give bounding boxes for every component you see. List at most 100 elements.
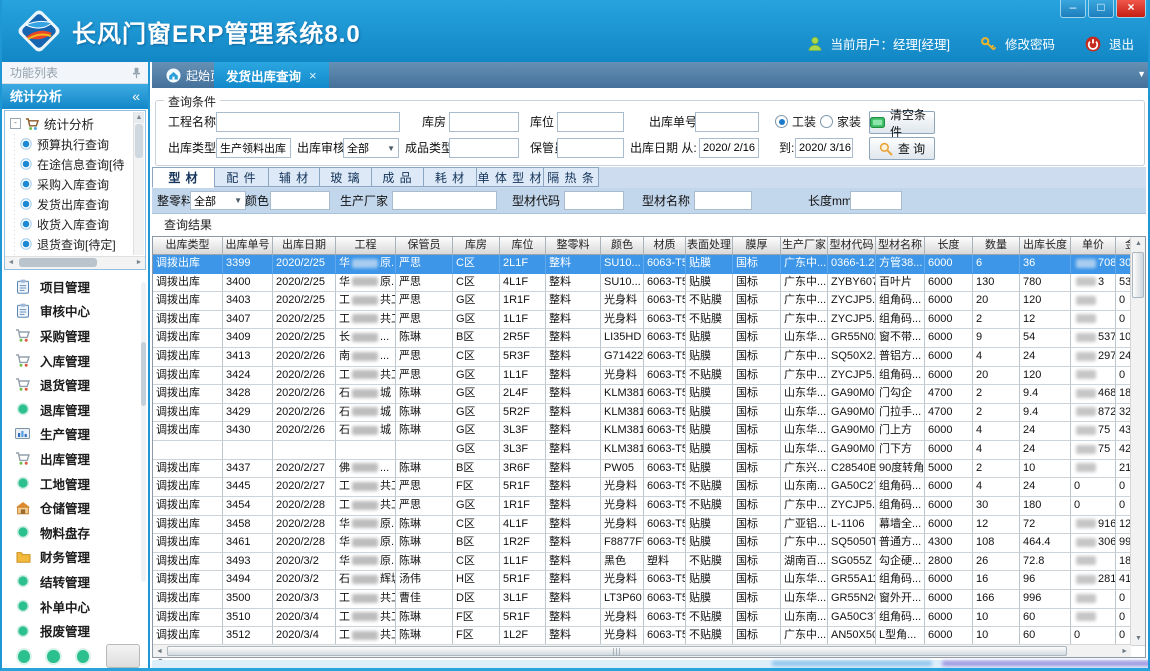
tree-horizontal-scrollbar[interactable]: ◄ ► xyxy=(5,256,145,269)
sidebar-item-财务管理[interactable]: 财务管理 xyxy=(2,545,142,570)
material-tab[interactable]: 配 件 xyxy=(215,167,269,187)
material-tab[interactable]: 耗 材 xyxy=(424,167,477,187)
table-row[interactable]: 调拨出库34942020/3/2石辉城汤伟H区5R1F整料光身料6063-T5贴… xyxy=(153,571,1131,590)
audit-select[interactable]: 全部▼ xyxy=(343,138,399,158)
clear-conditions-button[interactable]: 清空条件 xyxy=(869,111,935,134)
sidebar-item-项目管理[interactable]: 项目管理 xyxy=(2,274,142,299)
maximize-button[interactable]: □ xyxy=(1088,0,1114,18)
tab-close-icon[interactable]: × xyxy=(309,68,317,83)
sidebar-item-报废管理[interactable]: 报废管理 xyxy=(2,618,142,643)
table-row[interactable]: 调拨出库34452020/2/27工共工程严思F区5R1F整料光身料6063-T… xyxy=(153,478,1131,497)
sidebar-item-采购管理[interactable]: 采购管理 xyxy=(2,323,142,348)
material-tab[interactable]: 成 品 xyxy=(372,167,424,187)
column-header[interactable]: 保管员 xyxy=(396,237,453,255)
tree-item[interactable]: 采购入库查询 xyxy=(6,174,133,194)
column-header[interactable]: 库房 xyxy=(453,237,500,255)
date-from-select[interactable]: 2020/ 2/16▼ xyxy=(699,138,759,158)
sidebar-section-header[interactable]: 统计分析 « xyxy=(2,84,148,109)
table-row[interactable]: 调拨出库35122020/3/4工共工程陈琳F区1L2F整料光身料6063-T5… xyxy=(153,627,1131,646)
table-row[interactable]: 调拨出库34282020/2/26石城陈琳G区2L4F整料KLM38176063… xyxy=(153,385,1131,404)
table-vertical-scrollbar[interactable]: ▲ ▼ xyxy=(1130,237,1145,645)
tree-item[interactable]: 收货入库查询 xyxy=(6,214,133,234)
column-header[interactable]: 出库日期 xyxy=(273,237,336,255)
radio-gongzhuang[interactable]: 工装 xyxy=(775,112,816,132)
sidebar-item-退货管理[interactable]: 退货管理 xyxy=(2,372,142,397)
column-header[interactable]: 生产厂家 xyxy=(781,237,828,255)
date-to-select[interactable]: 2020/ 3/16▼ xyxy=(795,138,853,158)
radio-jiazhuang[interactable]: 家装 xyxy=(820,112,861,132)
logout-link[interactable]: 退出 xyxy=(1109,34,1134,53)
tab-shipment-outbound-query[interactable]: 发货出库查询 × xyxy=(214,62,329,88)
material-tab[interactable]: 隔 热 条 xyxy=(544,167,599,187)
footer-dot-icon[interactable] xyxy=(47,650,59,663)
sidebar-item-出库管理[interactable]: 出库管理 xyxy=(2,446,142,471)
material-tab[interactable]: 单 体 型 材 xyxy=(477,167,544,187)
location-input[interactable] xyxy=(557,112,624,132)
part-select[interactable]: 全部▼ xyxy=(190,191,246,210)
warehouse-input[interactable] xyxy=(449,112,519,132)
tree-item[interactable]: 发货出库查询 xyxy=(6,194,133,214)
sidebar-item-物料盘存[interactable]: 物料盘存 xyxy=(2,520,142,545)
out-type-select[interactable]: 生产领料出库▼ xyxy=(216,138,291,158)
column-header[interactable]: 型材代码 xyxy=(828,237,876,255)
column-header[interactable]: 数量 xyxy=(973,237,1020,255)
tree-root-statistics[interactable]: - 统计分析 xyxy=(6,113,133,134)
tree-item[interactable]: 在途信息查询[待 xyxy=(6,154,133,174)
sidebar-item-补单中心[interactable]: 补单中心 xyxy=(2,594,142,619)
column-header[interactable]: 膜厚 xyxy=(733,237,781,255)
sidebar-scrollbar[interactable] xyxy=(141,282,146,582)
table-row[interactable]: 调拨出库34092020/2/25长...陈琳B区2R5F整料LI35HD606… xyxy=(153,329,1131,348)
column-header[interactable]: 表面处理 xyxy=(686,237,733,255)
profile-code-input[interactable] xyxy=(564,191,624,210)
table-row[interactable]: 调拨出库33992020/2/25华原...严思C区2L1F整料SU10...6… xyxy=(153,255,1131,274)
footer-dot-icon[interactable] xyxy=(18,650,30,663)
order-no-input[interactable] xyxy=(695,112,759,132)
table-row[interactable]: 调拨出库34032020/2/25工共工程严思G区1R1F整料光身料6063-T… xyxy=(153,292,1131,311)
column-header[interactable]: 型材名称 xyxy=(876,237,925,255)
column-header[interactable]: 长度 xyxy=(925,237,973,255)
minimize-button[interactable]: – xyxy=(1060,0,1086,18)
change-password-link[interactable]: 修改密码 xyxy=(1005,34,1055,53)
keeper-input[interactable] xyxy=(557,138,624,158)
profile-name-input[interactable] xyxy=(694,191,752,210)
tree-expander-icon[interactable]: - xyxy=(10,118,21,129)
table-row[interactable]: 调拨出库34932020/3/2华原...陈琳C区1L1F整料黑色塑料不贴膜国标… xyxy=(153,553,1131,572)
sidebar-item-结转管理[interactable]: 结转管理 xyxy=(2,569,142,594)
column-header[interactable]: 出库单号 xyxy=(223,237,273,255)
table-row[interactable]: 调拨出库34072020/2/25工共工程严思G区1L1F整料光身料6063-T… xyxy=(153,311,1131,330)
table-row[interactable]: 调拨出库35002020/3/3工共工程曹佳D区3L1F整料LT3P606063… xyxy=(153,590,1131,609)
sidebar-item-仓储管理[interactable]: 仓储管理 xyxy=(2,495,142,520)
sidebar-item-入库管理[interactable]: 入库管理 xyxy=(2,348,142,373)
table-row[interactable]: 调拨出库34002020/2/25华原...严思C区4L1F整料SU10...6… xyxy=(153,274,1131,293)
column-header[interactable]: 出库长度 xyxy=(1020,237,1071,255)
table-row[interactable]: 调拨出库34132020/2/26南...严思C区5R3F整料G71422606… xyxy=(153,348,1131,367)
sidebar-item-工地管理[interactable]: 工地管理 xyxy=(2,471,142,496)
sidebar-item-退库管理[interactable]: 退库管理 xyxy=(2,397,142,422)
table-horizontal-scrollbar[interactable]: ◄ ||| ► xyxy=(153,644,1131,657)
column-header[interactable]: 颜色 xyxy=(601,237,644,255)
column-header[interactable]: 出库类型 xyxy=(153,237,223,255)
column-header[interactable]: 库位 xyxy=(500,237,546,255)
tab-overflow-icon[interactable]: ▼ xyxy=(1137,69,1146,79)
product-type-input[interactable] xyxy=(449,138,519,158)
material-tab[interactable]: 型 材 xyxy=(152,167,215,188)
color-input[interactable] xyxy=(270,191,330,210)
column-header[interactable]: 单价 xyxy=(1071,237,1116,255)
table-row[interactable]: 调拨出库34612020/2/28华原...陈琳B区1R2F整料F8877FT6… xyxy=(153,534,1131,553)
search-button[interactable]: 查 询 xyxy=(869,137,935,160)
close-button[interactable]: × xyxy=(1116,0,1146,18)
footer-cart-button[interactable] xyxy=(106,644,140,668)
material-tab[interactable]: 辅 材 xyxy=(269,167,320,187)
table-row[interactable]: 调拨出库34292020/2/26石城陈琳G区5R2F整料KLM38176063… xyxy=(153,404,1131,423)
collapse-icon[interactable]: « xyxy=(132,84,140,109)
table-row[interactable]: 调拨出库34372020/2/27佛...陈琳B区3R6F整料PW056063-… xyxy=(153,460,1131,479)
tree-item[interactable]: 预算执行查询 xyxy=(6,134,133,154)
tree-item[interactable]: 退货查询[待定] xyxy=(6,234,133,254)
column-header[interactable]: 整零料 xyxy=(546,237,601,255)
table-row[interactable]: 调拨出库34582020/2/28华原...陈琳C区4L1F整料光身料6063-… xyxy=(153,516,1131,535)
sidebar-item-审核中心[interactable]: 审核中心 xyxy=(2,299,142,324)
tree-vertical-scrollbar[interactable]: ▲ xyxy=(133,112,144,255)
material-tab[interactable]: 玻 璃 xyxy=(320,167,372,187)
table-row[interactable]: 调拨出库34242020/2/26工共工程严思G区1L1F整料光身料6063-T… xyxy=(153,367,1131,386)
table-row[interactable]: 调拨出库34542020/2/28工共工程严思G区1R1F整料光身料6063-T… xyxy=(153,497,1131,516)
